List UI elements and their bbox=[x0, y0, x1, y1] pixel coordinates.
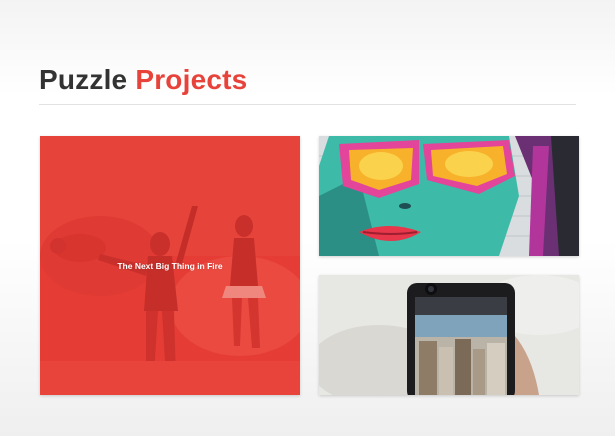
heading-divider bbox=[39, 104, 576, 105]
project-title[interactable]: The Next Big Thing in Fire bbox=[40, 260, 300, 272]
project-card-fire[interactable]: The Next Big Thing in Fire bbox=[40, 136, 300, 395]
phone-photo bbox=[319, 275, 579, 395]
graffiti-photo bbox=[319, 136, 579, 256]
heading-word-puzzle: Puzzle bbox=[39, 64, 128, 95]
project-card-graffiti[interactable] bbox=[319, 136, 579, 256]
heading-word-projects: Projects bbox=[135, 64, 248, 95]
project-card-phone[interactable] bbox=[319, 275, 579, 395]
section-heading: Puzzle Projects bbox=[39, 62, 247, 98]
